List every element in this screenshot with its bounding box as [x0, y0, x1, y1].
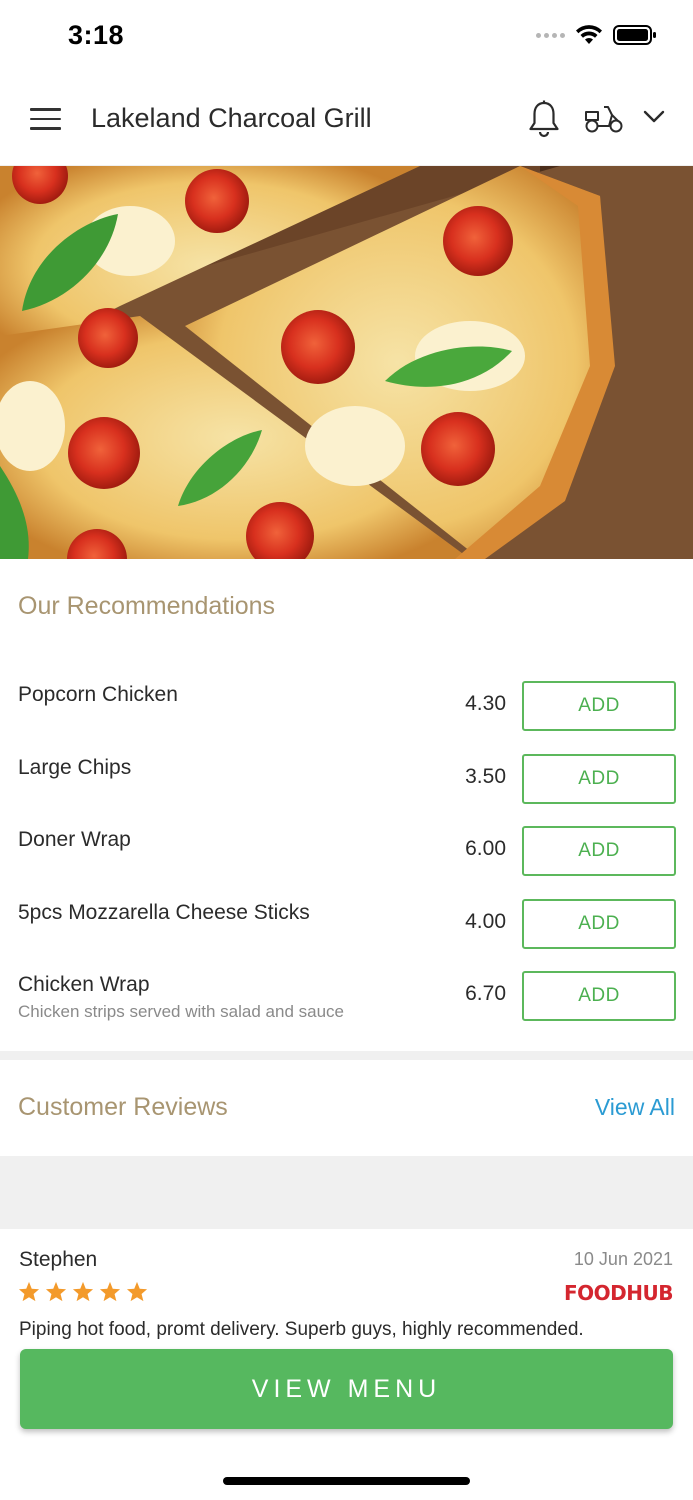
menu-icon[interactable] — [30, 108, 61, 130]
wifi-icon — [576, 25, 602, 44]
reviews-spacer — [0, 1156, 693, 1229]
add-button[interactable]: ADD — [522, 898, 676, 949]
list-item: Doner Wrap 6.00 ADD — [0, 815, 693, 888]
list-item: Large Chips 3.50 ADD — [0, 743, 693, 816]
restaurant-title: Lakeland Charcoal Grill — [91, 103, 372, 133]
chevron-down-icon[interactable] — [643, 110, 665, 124]
add-button[interactable]: ADD — [522, 826, 676, 876]
home-indicator — [223, 1477, 470, 1485]
star-icon — [45, 1281, 67, 1302]
foodhub-logo: FOODHUB — [564, 1281, 674, 1305]
add-button[interactable]: ADD — [522, 681, 676, 731]
list-item: 5pcs Mozzarella Cheese Sticks 4.00 ADD — [0, 888, 693, 961]
item-description: Chicken strips served with salad and sau… — [18, 1002, 344, 1021]
reviewer-name: Stephen — [19, 1248, 98, 1271]
item-name: 5pcs Mozzarella Cheese Sticks — [18, 900, 310, 924]
item-price: 4.00 — [465, 909, 506, 933]
star-rating — [18, 1281, 148, 1302]
hero-food-image — [0, 166, 693, 559]
section-divider — [0, 1051, 693, 1060]
star-icon — [126, 1281, 148, 1302]
status-bar: 3:18 — [0, 0, 693, 72]
battery-icon — [613, 25, 656, 45]
star-icon — [72, 1281, 94, 1302]
add-button[interactable]: ADD — [522, 753, 676, 804]
bell-icon[interactable] — [527, 100, 561, 138]
item-name: Large Chips — [18, 755, 132, 779]
item-price: 4.30 — [465, 692, 506, 715]
view-menu-button[interactable]: VIEW MENU — [20, 1349, 673, 1429]
item-price: 6.70 — [465, 982, 506, 1005]
star-icon — [99, 1281, 121, 1302]
item-name: Popcorn Chicken — [18, 683, 178, 706]
recommendations-list: Popcorn Chicken 4.30 ADD Large Chips 3.5… — [0, 670, 693, 1033]
item-name: Doner Wrap — [18, 828, 131, 851]
review-card: Stephen 10 Jun 2021 FOODHUB Piping hot f… — [0, 1229, 693, 1339]
star-icon — [18, 1281, 40, 1302]
add-button[interactable]: ADD — [522, 971, 676, 1021]
view-all-link[interactable]: View All — [595, 1094, 675, 1121]
status-time: 3:18 — [68, 20, 125, 50]
list-item: Chicken Wrap Chicken strips served with … — [0, 960, 693, 1033]
review-date: 10 Jun 2021 — [573, 1249, 673, 1269]
item-price: 3.50 — [465, 764, 506, 788]
recommendations-title: Our Recommendations — [18, 592, 276, 620]
cellular-signal-icon — [536, 32, 565, 38]
item-name: Chicken Wrap — [18, 973, 150, 996]
status-icons — [536, 24, 657, 46]
reviews-title: Customer Reviews — [18, 1093, 228, 1121]
review-text: Piping hot food, promt delivery. Superb … — [19, 1319, 584, 1339]
app-header: Lakeland Charcoal Grill — [0, 72, 693, 166]
delivery-scooter-icon[interactable] — [583, 104, 625, 134]
list-item: Popcorn Chicken 4.30 ADD — [0, 670, 693, 743]
item-price: 6.00 — [465, 837, 506, 860]
